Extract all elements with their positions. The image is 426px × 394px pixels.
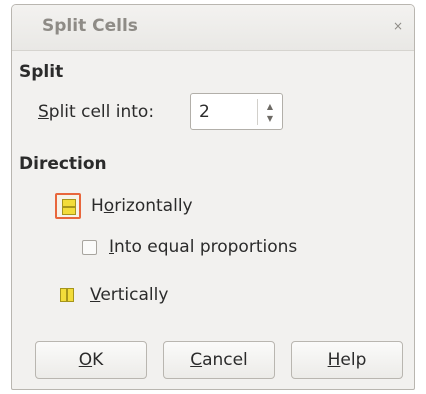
ok-button[interactable]: OK [35, 341, 147, 379]
split-cells-dialog: Split Cells × Split Split cell into: 2 ▲… [11, 4, 415, 390]
equal-proportions-label[interactable]: Into equal proportions [109, 237, 297, 257]
title-bar[interactable]: Split Cells × [12, 5, 414, 51]
split-horizontal-icon-top [62, 199, 76, 207]
direction-section-title: Direction [19, 154, 107, 174]
split-cell-into-text: plit cell into: [48, 102, 155, 122]
equal-proportions-checkbox[interactable] [82, 240, 97, 255]
horizontally-text-end: rizontally [114, 196, 193, 216]
spin-divider [257, 99, 258, 125]
cancel-button[interactable]: Cancel [163, 341, 275, 379]
split-section-title: Split [19, 62, 64, 82]
split-vertical-icon-left [60, 288, 67, 302]
horizontally-mnemonic: o [103, 196, 115, 216]
split-vertical-icon[interactable] [60, 288, 74, 302]
help-button[interactable]: Help [291, 341, 403, 379]
vertically-option[interactable]: Vertically [90, 285, 168, 305]
decrement-icon[interactable]: ▼ [259, 111, 281, 125]
dialog-title: Split Cells [42, 16, 138, 36]
split-horizontal-icon[interactable] [55, 193, 81, 219]
split-count-value[interactable]: 2 [199, 102, 210, 122]
help-text: elp [340, 350, 367, 370]
cancel-text: ancel [202, 350, 248, 370]
vertically-mnemonic: V [90, 285, 101, 305]
ok-mnemonic: O [78, 350, 93, 370]
vertically-text: ertically [100, 285, 169, 305]
horizontally-text-start: H [91, 196, 104, 216]
split-cell-into-mnemonic: S [38, 102, 49, 122]
split-cell-into-label: Split cell into: [38, 102, 154, 122]
horizontally-option[interactable]: Horizontally [91, 196, 193, 216]
split-count-spinbox[interactable]: 2 ▲ ▼ [190, 93, 283, 130]
equal-proportions-text: nto equal proportions [114, 237, 298, 257]
cancel-mnemonic: C [190, 350, 203, 370]
close-icon[interactable]: × [391, 19, 405, 33]
help-mnemonic: H [327, 350, 341, 370]
split-horizontal-icon-bottom [62, 207, 76, 215]
split-vertical-icon-right [67, 288, 74, 302]
ok-text: K [92, 350, 104, 370]
